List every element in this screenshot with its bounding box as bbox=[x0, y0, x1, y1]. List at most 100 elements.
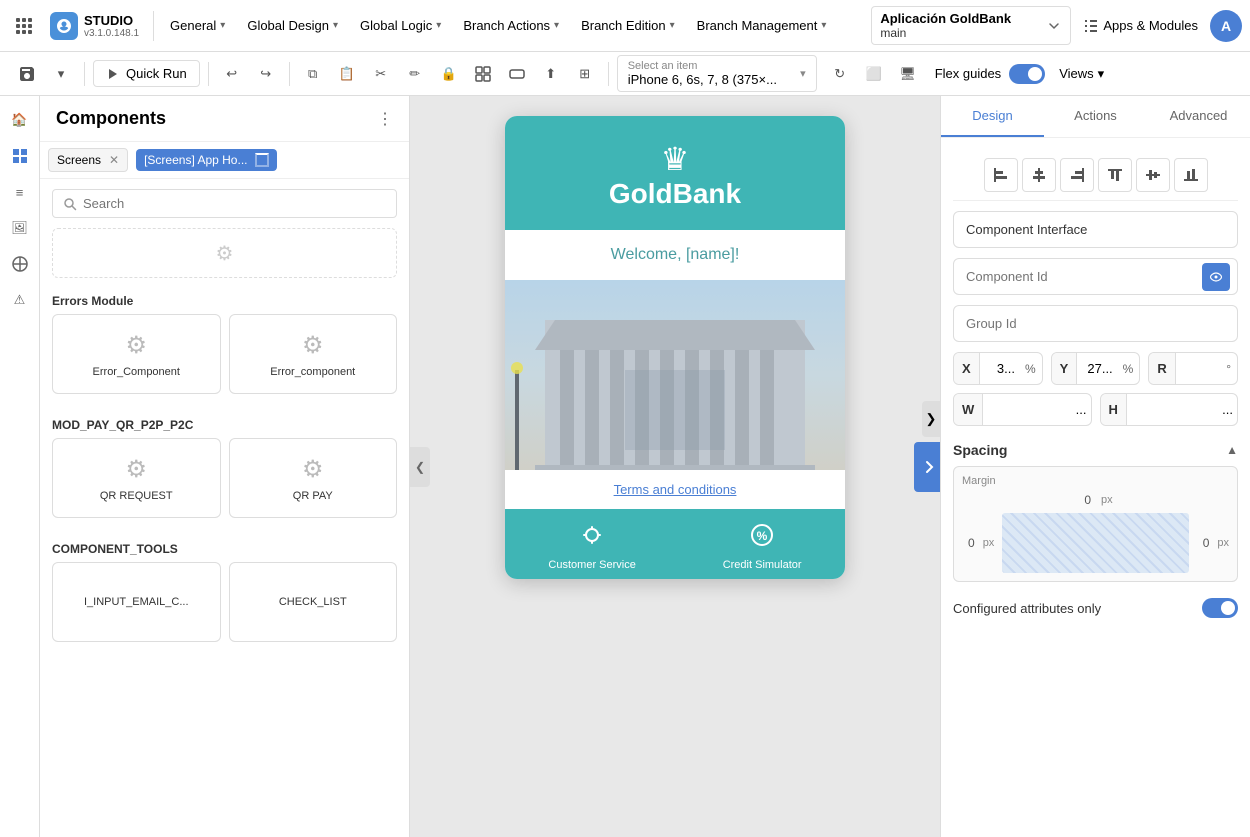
w-label: W bbox=[954, 394, 983, 425]
align-center-h-button[interactable] bbox=[1022, 158, 1056, 192]
screen-tab[interactable]: Screens ✕ bbox=[48, 148, 128, 172]
edit-button[interactable]: ✏ bbox=[400, 59, 430, 89]
group-id-field-group bbox=[953, 305, 1238, 342]
align-top-button[interactable] bbox=[1098, 158, 1132, 192]
margin-left-unit: px bbox=[983, 537, 995, 549]
components-menu-button[interactable]: ⋮ bbox=[377, 109, 393, 129]
components-icon[interactable] bbox=[4, 140, 36, 172]
align-right-button[interactable] bbox=[1060, 158, 1094, 192]
error-component-card-2[interactable]: ⚙ Error_component bbox=[229, 314, 398, 394]
customer-service-nav-item[interactable]: Customer Service bbox=[548, 521, 635, 571]
logo-icon bbox=[50, 12, 78, 40]
alert-icon[interactable]: ⚠ bbox=[4, 284, 36, 316]
apps-modules-icon bbox=[1083, 18, 1099, 34]
save-button[interactable] bbox=[12, 59, 42, 89]
close-tab-icon[interactable]: ✕ bbox=[109, 153, 119, 167]
mod-pay-title: MOD_PAY_QR_P2P_P2C bbox=[52, 410, 397, 438]
flex-guides-toggle: Flex guides bbox=[935, 64, 1045, 84]
collapse-panel-button[interactable]: ❮ bbox=[410, 447, 430, 487]
global-design-menu[interactable]: Global Design ▾ bbox=[237, 12, 348, 39]
copy-button[interactable]: ⧉ bbox=[298, 59, 328, 89]
margin-top-unit: px bbox=[1101, 494, 1113, 506]
user-avatar[interactable]: A bbox=[1210, 10, 1242, 42]
component-button[interactable] bbox=[502, 59, 532, 89]
group-button[interactable] bbox=[468, 59, 498, 89]
spacing-section-header[interactable]: Spacing ▲ bbox=[953, 434, 1238, 466]
general-menu[interactable]: General ▾ bbox=[160, 12, 235, 39]
configured-attrs-label: Configured attributes only bbox=[953, 601, 1101, 616]
configured-attrs-toggle[interactable] bbox=[1202, 598, 1238, 618]
terms-link[interactable]: Terms and conditions bbox=[505, 470, 845, 509]
save-dropdown-button[interactable]: ▾ bbox=[46, 59, 76, 89]
home-icon[interactable]: 🏠 bbox=[4, 104, 36, 136]
spacing-chevron: ▲ bbox=[1226, 443, 1238, 457]
search-input[interactable] bbox=[83, 196, 386, 211]
grid-menu-button[interactable] bbox=[8, 10, 40, 42]
search-input-wrap bbox=[52, 189, 397, 218]
advanced-tab[interactable]: Advanced bbox=[1147, 96, 1250, 137]
app-home-tab[interactable]: [Screens] App Ho... bbox=[136, 149, 277, 171]
refresh-button[interactable]: ↻ bbox=[825, 59, 855, 89]
apps-modules-button[interactable]: Apps & Modules bbox=[1073, 12, 1208, 40]
tablet-view-button[interactable]: ⬜ bbox=[859, 59, 889, 89]
component-id-input[interactable] bbox=[953, 258, 1238, 295]
qr-pay-card[interactable]: ⚙ QR PAY bbox=[229, 438, 398, 518]
align-middle-button[interactable] bbox=[1136, 158, 1170, 192]
play-icon bbox=[106, 67, 120, 81]
margin-right-value[interactable]: 0 bbox=[1197, 534, 1216, 552]
h-field: H ... bbox=[1100, 393, 1239, 426]
search-icon bbox=[63, 197, 77, 211]
group-id-input[interactable] bbox=[953, 305, 1238, 342]
error-component-label-1: Error_Component bbox=[93, 366, 180, 378]
quick-run-button[interactable]: Quick Run bbox=[93, 60, 200, 87]
cut-button[interactable]: ✂ bbox=[366, 59, 396, 89]
views-button[interactable]: Views ▾ bbox=[1049, 61, 1114, 87]
name-input[interactable] bbox=[953, 211, 1238, 248]
layers-icon[interactable]: ≡ bbox=[4, 176, 36, 208]
size-row-wh: W ... H ... bbox=[953, 393, 1238, 426]
margin-top-value[interactable]: 0 bbox=[1078, 491, 1097, 509]
x-value[interactable]: 3... bbox=[980, 353, 1019, 384]
input-email-card[interactable]: I_INPUT_EMAIL_C... bbox=[52, 562, 221, 642]
right-panel: ❯ Design Actions Advanced bbox=[940, 96, 1250, 837]
import-button[interactable]: ⬆ bbox=[536, 59, 566, 89]
desktop-view-button[interactable]: 🖥 bbox=[893, 59, 923, 89]
data-icon[interactable] bbox=[4, 248, 36, 280]
qr-request-card[interactable]: ⚙ QR REQUEST bbox=[52, 438, 221, 518]
component-tools-grid: I_INPUT_EMAIL_C... CHECK_LIST bbox=[52, 562, 397, 642]
flex-guides-switch[interactable] bbox=[1009, 64, 1045, 84]
branch-management-menu[interactable]: Branch Management ▾ bbox=[687, 12, 837, 39]
branch-actions-menu[interactable]: Branch Actions ▾ bbox=[453, 12, 569, 39]
secondary-toolbar: ▾ Quick Run ↩ ↪ ⧉ 📋 ✂ ✏ 🔒 ⬆ ⊞ Select an … bbox=[0, 52, 1250, 96]
margin-right-unit: px bbox=[1217, 537, 1229, 549]
r-value[interactable] bbox=[1176, 361, 1220, 377]
undo-button[interactable]: ↩ bbox=[217, 59, 247, 89]
lock-button[interactable]: 🔒 bbox=[434, 59, 464, 89]
canvas-area: ❮ ♛ GoldBank Welcome, [name]! bbox=[410, 96, 940, 837]
components-list: Errors Module ⚙ Error_Component ⚙ Error_… bbox=[40, 286, 409, 837]
components-panel: Components ⋮ Screens ✕ [Screens] App Ho.… bbox=[40, 96, 410, 837]
design-tab[interactable]: Design bbox=[941, 96, 1044, 137]
blue-side-button[interactable] bbox=[914, 442, 940, 492]
component-id-eye-button[interactable] bbox=[1202, 263, 1230, 291]
redo-button[interactable]: ↪ bbox=[251, 59, 281, 89]
y-value[interactable]: 27... bbox=[1077, 353, 1116, 384]
paste-button[interactable]: 📋 bbox=[332, 59, 362, 89]
credit-simulator-nav-item[interactable]: % Credit Simulator bbox=[723, 521, 802, 571]
branch-edition-menu[interactable]: Branch Edition ▾ bbox=[571, 12, 685, 39]
grid-view-button[interactable]: ⊞ bbox=[570, 59, 600, 89]
global-logic-menu[interactable]: Global Logic ▾ bbox=[350, 12, 451, 39]
align-left-button[interactable] bbox=[984, 158, 1018, 192]
h-value[interactable]: ... bbox=[1127, 394, 1237, 425]
component-tools-section: COMPONENT_TOOLS I_INPUT_EMAIL_C... CHECK… bbox=[52, 534, 397, 642]
error-component-card-1[interactable]: ⚙ Error_Component bbox=[52, 314, 221, 394]
actions-tab[interactable]: Actions bbox=[1044, 96, 1147, 137]
check-list-card[interactable]: CHECK_LIST bbox=[229, 562, 398, 642]
margin-left-value[interactable]: 0 bbox=[962, 534, 981, 552]
app-selector[interactable]: Aplicación GoldBank main bbox=[871, 6, 1071, 45]
assets-icon[interactable]: 🖼 bbox=[4, 212, 36, 244]
w-value[interactable]: ... bbox=[983, 394, 1090, 425]
r-field: R ° bbox=[1148, 352, 1238, 385]
device-selector[interactable]: Select an item iPhone 6, 6s, 7, 8 (375×.… bbox=[617, 55, 817, 92]
align-bottom-button[interactable] bbox=[1174, 158, 1208, 192]
